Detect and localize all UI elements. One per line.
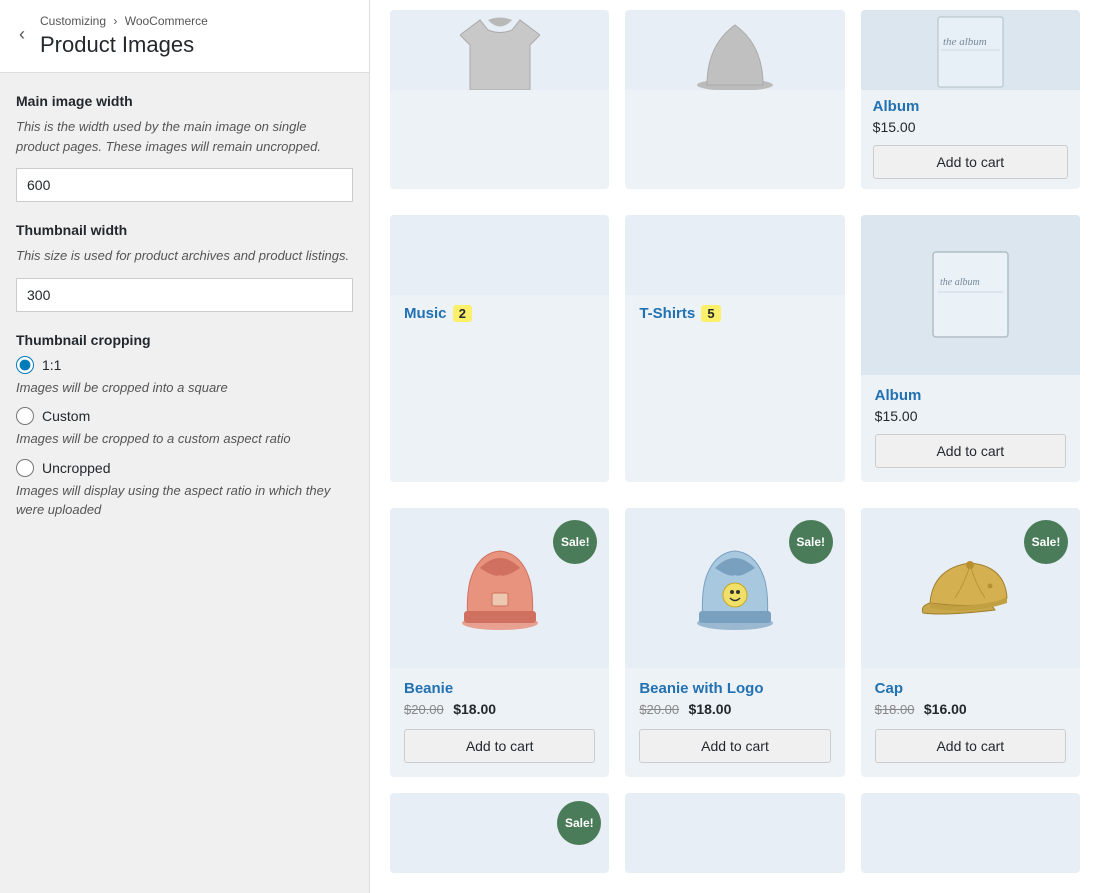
cropping-option-1to1[interactable]: 1:1 bbox=[16, 356, 353, 374]
partial-card-album: the album Album $15.00 Add to cart bbox=[861, 10, 1080, 189]
breadcrumb-sep: › bbox=[113, 14, 117, 28]
beanie-card: Sale! Beanie $20.00 $18 bbox=[390, 508, 609, 777]
cropping-radio-group: 1:1 Images will be cropped into a square… bbox=[16, 356, 353, 520]
cap-sale-badge: Sale! bbox=[1024, 520, 1068, 564]
tshirts-category-info: T-Shirts 5 bbox=[625, 295, 844, 340]
beanie-info: Beanie $20.00 $18.00 Add to cart bbox=[390, 668, 609, 777]
thumbnail-width-title: Thumbnail width bbox=[16, 222, 353, 238]
album-price: $15.00 bbox=[873, 119, 1068, 135]
music-category-name[interactable]: Music 2 bbox=[404, 305, 595, 322]
radio-uncropped-label: Uncropped bbox=[42, 460, 111, 476]
bottom-partial-row: Sale! bbox=[390, 793, 1080, 873]
tshirts-category-name[interactable]: T-Shirts 5 bbox=[639, 305, 830, 322]
top-partial-row: the album Album $15.00 Add to cart bbox=[390, 10, 1080, 189]
beanie-logo-new-price: $18.00 bbox=[689, 701, 732, 717]
beanie-add-to-cart[interactable]: Add to cart bbox=[404, 729, 595, 763]
tshirts-category-card: T-Shirts 5 bbox=[625, 215, 844, 482]
svg-text:the album: the album bbox=[943, 36, 987, 48]
radio-custom-label: Custom bbox=[42, 408, 90, 424]
sidebar-header: ‹ Customizing › WooCommerce Product Imag… bbox=[0, 0, 369, 73]
partial-card-1 bbox=[390, 10, 609, 189]
bottom-card-2 bbox=[625, 793, 844, 873]
bottom-card-3 bbox=[861, 793, 1080, 873]
beanie-sale-badge: Sale! bbox=[553, 520, 597, 564]
beanie-logo-add-to-cart[interactable]: Add to cart bbox=[639, 729, 830, 763]
main-image-width-input[interactable] bbox=[16, 168, 353, 202]
album-product-name[interactable]: Album bbox=[875, 387, 1066, 404]
radio-custom-desc: Images will be cropped to a custom aspec… bbox=[16, 429, 353, 449]
beanie-old-price: $20.00 bbox=[404, 702, 444, 717]
beanie-logo-old-price: $20.00 bbox=[639, 702, 679, 717]
breadcrumb: Customizing › WooCommerce bbox=[40, 14, 353, 28]
beanie-new-price: $18.00 bbox=[453, 701, 496, 717]
sidebar: ‹ Customizing › WooCommerce Product Imag… bbox=[0, 0, 370, 893]
album-name[interactable]: Album bbox=[873, 98, 1068, 115]
main-product-row: Sale! Beanie $20.00 $18 bbox=[390, 498, 1080, 777]
cap-card: Sale! Ca bbox=[861, 508, 1080, 777]
cap-image: Sale! bbox=[861, 508, 1080, 668]
album-add-to-cart[interactable]: Add to cart bbox=[875, 434, 1066, 468]
cap-new-price: $16.00 bbox=[924, 701, 967, 717]
tshirts-count-badge: 5 bbox=[701, 305, 720, 322]
main-image-width-title: Main image width bbox=[16, 93, 353, 109]
breadcrumb-parent: Customizing bbox=[40, 14, 106, 28]
music-count-badge: 2 bbox=[453, 305, 472, 322]
svg-text:the album: the album bbox=[940, 277, 980, 288]
bottom-sale-badge: Sale! bbox=[557, 801, 601, 845]
cropping-option-uncropped[interactable]: Uncropped bbox=[16, 459, 353, 477]
radio-1to1-label: 1:1 bbox=[42, 357, 61, 373]
beanie-logo-image: Sale! bbox=[625, 508, 844, 668]
music-name-text: Music bbox=[404, 305, 447, 322]
main-content: the album Album $15.00 Add to cart Music… bbox=[370, 0, 1100, 893]
cap-price: $18.00 $16.00 bbox=[875, 701, 1066, 719]
album-product-info: Album $15.00 Add to cart bbox=[861, 375, 1080, 482]
beanie-logo-card: Sale! Beanie with Logo $20.00 bbox=[625, 508, 844, 777]
sidebar-content: Main image width This is the width used … bbox=[0, 73, 369, 560]
radio-1to1[interactable] bbox=[16, 356, 34, 374]
page-title: Product Images bbox=[40, 32, 353, 58]
cap-name[interactable]: Cap bbox=[875, 680, 1066, 697]
main-image-width-desc: This is the width used by the main image… bbox=[16, 117, 353, 156]
partial-image-2 bbox=[625, 10, 844, 90]
album-add-to-cart-top[interactable]: Add to cart bbox=[873, 145, 1068, 179]
cropping-option-custom[interactable]: Custom bbox=[16, 407, 353, 425]
thumbnail-width-desc: This size is used for product archives a… bbox=[16, 246, 353, 266]
cap-add-to-cart[interactable]: Add to cart bbox=[875, 729, 1066, 763]
album-product-card: the album Album $15.00 Add to cart bbox=[861, 215, 1080, 482]
partial-card-2 bbox=[625, 10, 844, 189]
music-category-image bbox=[390, 215, 609, 295]
beanie-name[interactable]: Beanie bbox=[404, 680, 595, 697]
tshirts-name-text: T-Shirts bbox=[639, 305, 695, 322]
bottom-card-1: Sale! bbox=[390, 793, 609, 873]
music-category-card: Music 2 bbox=[390, 215, 609, 482]
back-arrow[interactable]: ‹ bbox=[10, 22, 34, 46]
radio-uncropped[interactable] bbox=[16, 459, 34, 477]
tshirts-category-image bbox=[625, 215, 844, 295]
thumbnail-width-input[interactable] bbox=[16, 278, 353, 312]
beanie-image: Sale! bbox=[390, 508, 609, 668]
radio-1to1-desc: Images will be cropped into a square bbox=[16, 378, 353, 398]
beanie-logo-info: Beanie with Logo $20.00 $18.00 Add to ca… bbox=[625, 668, 844, 777]
thumbnail-cropping-title: Thumbnail cropping bbox=[16, 332, 353, 348]
beanie-logo-name[interactable]: Beanie with Logo bbox=[639, 680, 830, 697]
music-category-info: Music 2 bbox=[390, 295, 609, 340]
album-product-image: the album bbox=[861, 215, 1080, 375]
beanie-price: $20.00 $18.00 bbox=[404, 701, 595, 719]
cap-info: Cap $18.00 $16.00 Add to cart bbox=[861, 668, 1080, 777]
beanie-logo-price: $20.00 $18.00 bbox=[639, 701, 830, 719]
partial-album-info: Album $15.00 Add to cart bbox=[861, 90, 1080, 189]
partial-image-album: the album bbox=[861, 10, 1080, 90]
breadcrumb-current: WooCommerce bbox=[125, 14, 208, 28]
radio-custom[interactable] bbox=[16, 407, 34, 425]
partial-image-1 bbox=[390, 10, 609, 90]
cap-old-price: $18.00 bbox=[875, 702, 915, 717]
beanie-logo-sale-badge: Sale! bbox=[789, 520, 833, 564]
album-product-price: $15.00 bbox=[875, 408, 1066, 424]
middle-row: Music 2 T-Shirts 5 the album bbox=[390, 205, 1080, 482]
radio-uncropped-desc: Images will display using the aspect rat… bbox=[16, 481, 353, 520]
